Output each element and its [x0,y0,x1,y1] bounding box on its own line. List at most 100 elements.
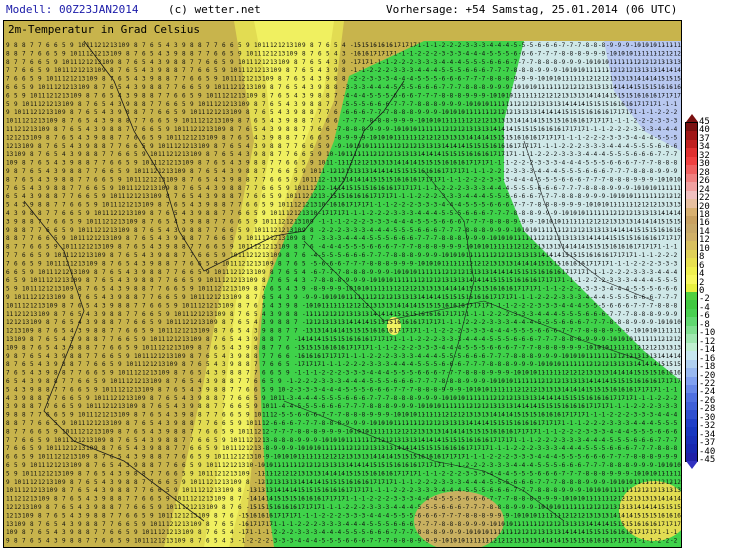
temperature-value: 7 [286,336,290,343]
temperature-value: 7 [294,252,298,259]
temperature-value: -2 [510,160,518,167]
temperature-value: -2 [494,168,502,175]
temperature-value: 5 [134,151,138,158]
temperature-value: -7 [606,311,614,318]
temperature-value: 6 [166,395,170,402]
temperature-value: -9 [390,260,398,267]
temperature-value: -8 [606,462,614,469]
temperature-value: 7 [302,244,306,251]
temperature-value: 8 [238,487,242,494]
temperature-value: 7 [126,504,130,511]
temperature-value: 5 [246,319,250,326]
temperature-value: 7 [174,193,178,200]
temperature-value: -2 [550,151,558,158]
temperature-value: 11 [30,286,38,293]
temperature-value: -6 [614,302,622,309]
temperature-value: 13 [190,143,198,150]
temperature-value: 7 [30,344,34,351]
temperature-value: 5 [30,260,34,267]
temperature-value: -4 [326,386,334,393]
temperature-value: 9 [182,168,186,175]
temperature-value: -3 [366,76,374,83]
temperature-value: -5 [606,151,614,158]
temperature-value: 6 [6,462,10,469]
temperature-value: -8 [414,529,422,536]
temperature-value: -7 [502,353,510,360]
temperature-value: -8 [566,479,574,486]
temperature-value: -2 [542,151,550,158]
temperature-value: -4 [334,244,342,251]
temperature-value: 6 [230,42,234,49]
temperature-value: 13 [78,76,86,83]
temperature-value: 8 [94,84,98,91]
temperature-value: 6 [190,260,194,267]
temperature-value: 6 [294,160,298,167]
temperature-value: -6 [502,202,510,209]
temperature-value: -2 [502,168,510,175]
temperature-value: 6 [206,252,210,259]
temperature-value: 6 [326,118,330,125]
temperature-value: -2 [390,202,398,209]
temperature-value: -9 [654,454,662,461]
temperature-value: 9 [190,344,194,351]
temperature-value: 6 [206,353,210,360]
temperature-value: 6 [286,353,290,360]
temperature-value: 12 [110,210,118,217]
temperature-value: -2 [598,277,606,284]
temperature-value: 9 [166,244,170,251]
temperature-value: -1 [470,311,478,318]
temperature-value: 10 [102,428,110,435]
temperature-value: 9 [318,84,322,91]
temperature-value: -1 [574,134,582,141]
temperature-value: -5 [630,428,638,435]
temperature-value: -7 [646,160,654,167]
temperature-value: 6 [318,134,322,141]
temperature-value: 6 [14,260,18,267]
temperature-value: 9 [150,386,154,393]
temperature-value: 12 [54,462,62,469]
temperature-value: 6 [94,361,98,368]
temperature-value: 5 [14,92,18,99]
temperature-value: -8 [534,59,542,66]
temperature-value: 9 [206,269,210,276]
temperature-value: 8 [198,160,202,167]
temperature-value: -1 [406,50,414,57]
temperature-value: 9 [126,470,130,477]
temperature-value: 5 [294,269,298,276]
temperature-value: 8 [86,160,90,167]
temperature-value: -1 [430,42,438,49]
temperature-value: 10 [166,134,174,141]
temperature-value: -2 [566,286,574,293]
temperature-value: 10 [134,395,142,402]
temperature-value: -3 [478,470,486,477]
temperature-value: -2 [390,487,398,494]
temperature-value: 3 [102,118,106,125]
temperature-value: 7 [86,361,90,368]
temperature-value: -8 [630,311,638,318]
temperature-value: -8 [374,403,382,410]
temperature-value: -1 [662,244,670,251]
temperature-value: -7 [374,395,382,402]
temperature-value: 10 [78,412,86,419]
temperature-value: 7 [334,92,338,99]
temperature-value: 8 [174,67,178,74]
temperature-value: 9 [46,370,50,377]
temperature-value: 11 [174,504,182,511]
temperature-value: 9 [30,269,34,276]
temperature-value: 9 [78,277,82,284]
temperature-value: 6 [294,151,298,158]
temperature-value: -8 [542,344,550,351]
temperature-value: 7 [118,319,122,326]
temperature-value: 8 [318,101,322,108]
temperature-value: 3 [302,277,306,284]
temperature-value: 9 [14,101,18,108]
temperature-value: -3 [510,168,518,175]
temperature-value: 7 [286,151,290,158]
temperature-value: 7 [294,67,298,74]
temperature-value: 12 [158,529,166,536]
temperature-value: -8 [342,412,350,419]
temperature-value: -4 [654,269,662,276]
temperature-value: -8 [422,244,430,251]
temperature-value: 4 [166,412,170,419]
temperature-value: 3 [30,378,34,385]
